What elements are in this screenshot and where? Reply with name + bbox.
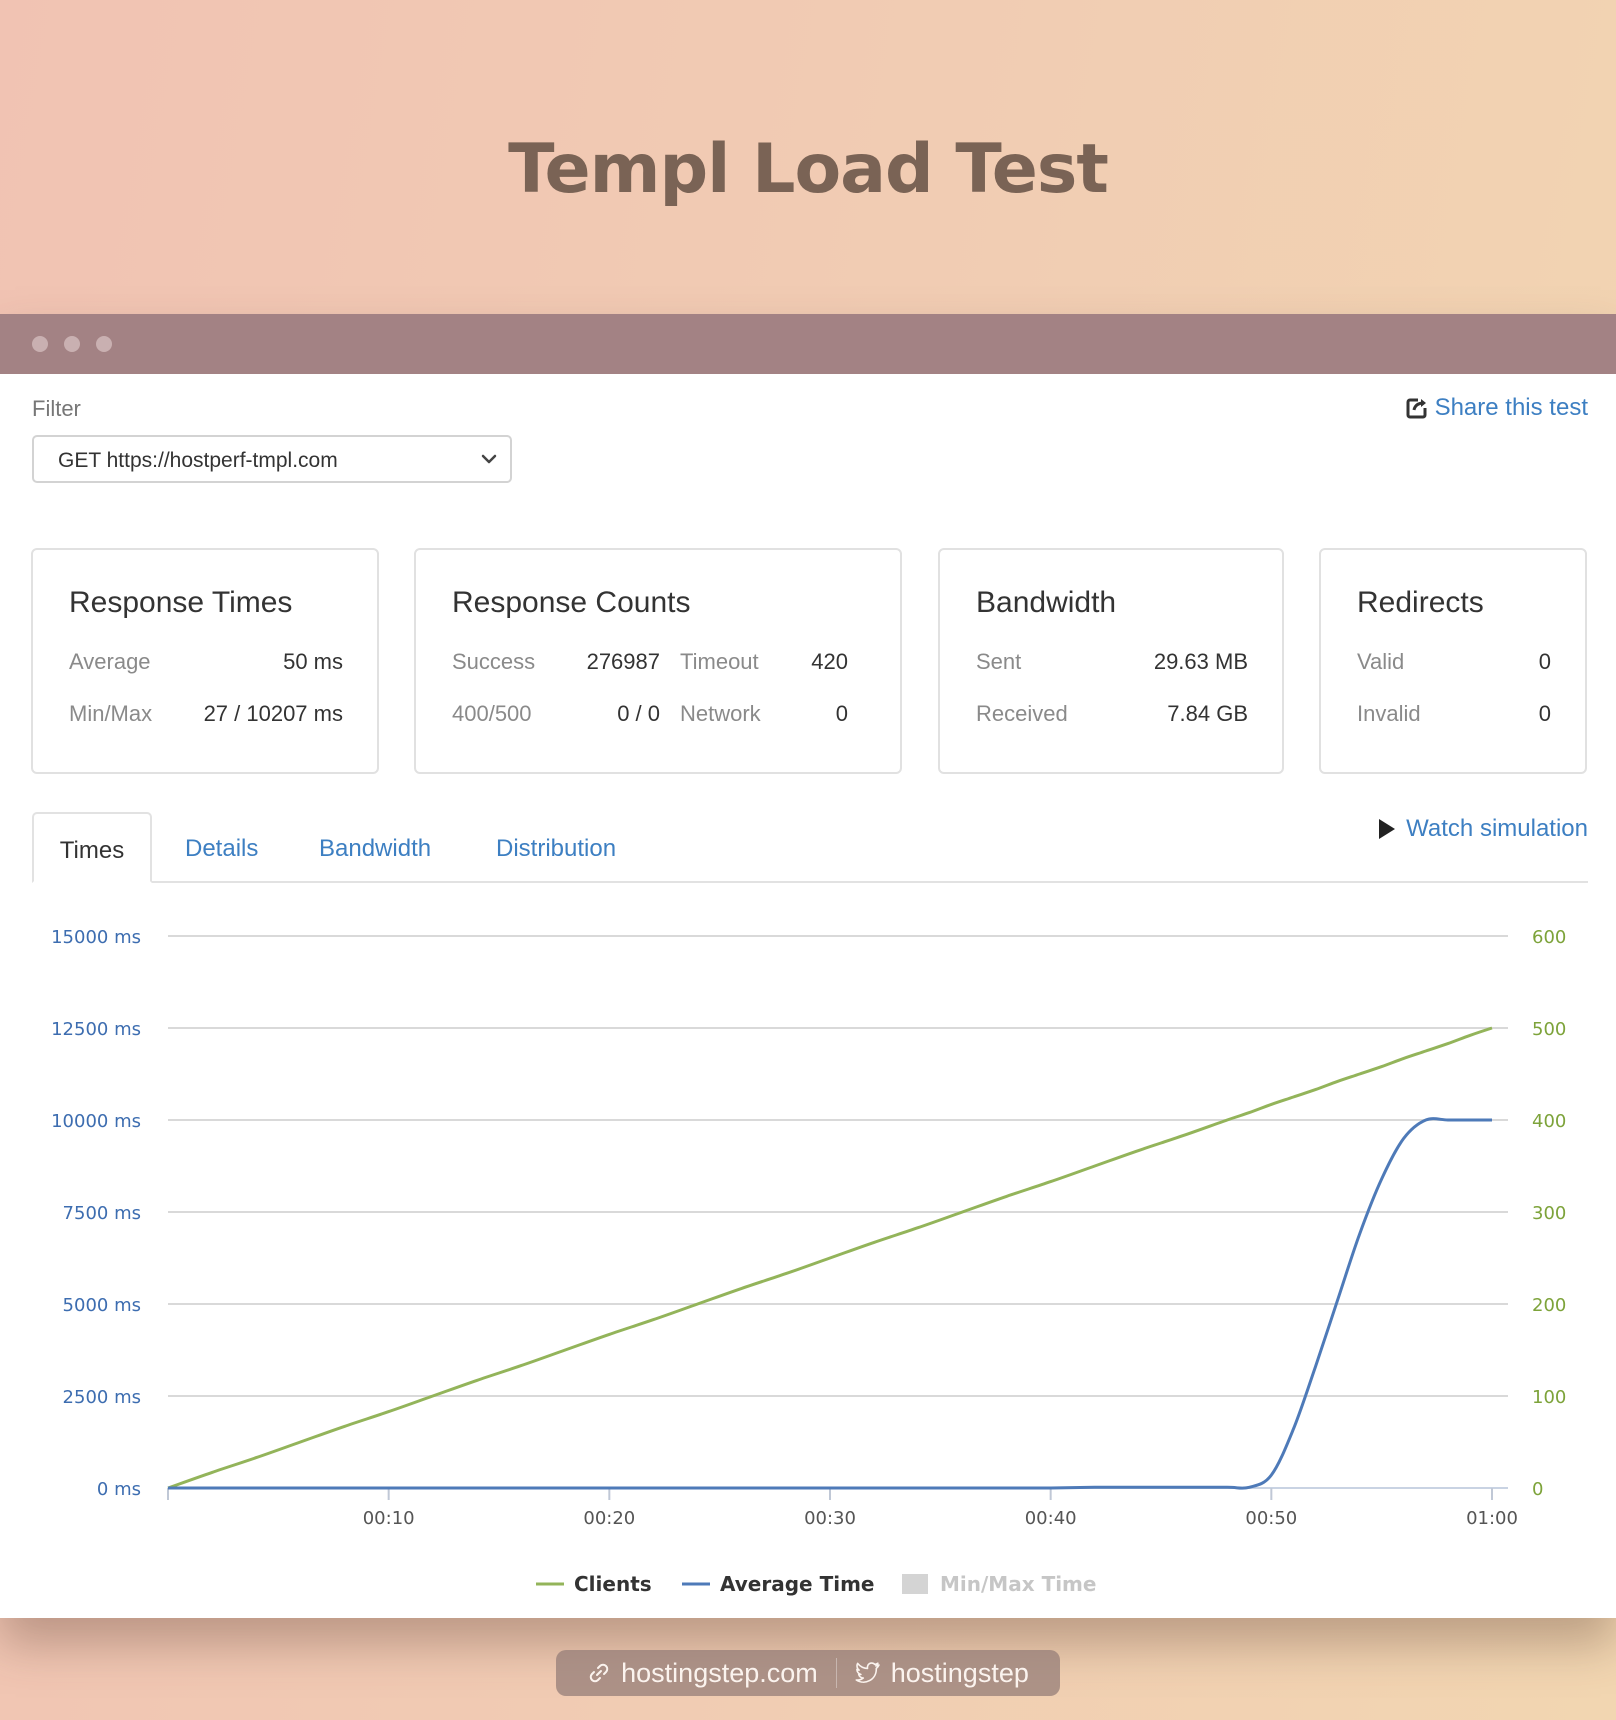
x-axis-tick-label: 01:00: [1466, 1508, 1518, 1529]
right-axis-tick-label: 400: [1532, 1111, 1566, 1132]
website-text: hostingstep.com: [621, 1657, 818, 1688]
legend-item-min-max-time[interactable]: Min/Max Time: [940, 1572, 1096, 1596]
left-axis-tick-label: 2500 ms: [63, 1387, 141, 1408]
chart-series: [167, 1026, 1493, 1490]
browser-window: Filter GET https://hostperf-tmpl.com Sha…: [0, 314, 1616, 1618]
right-axis-tick-label: 500: [1532, 1019, 1566, 1040]
left-axis-tick-label: 12500 ms: [51, 1019, 141, 1040]
twitter-credit[interactable]: hostingstep: [837, 1658, 1047, 1689]
left-axis-tick-label: 15000 ms: [51, 927, 141, 948]
left-axis-tick-label: 5000 ms: [63, 1295, 141, 1316]
x-axis-tick-label: 00:20: [583, 1508, 635, 1529]
left-axis-labels: 0 ms 2500 ms 5000 ms 7500 ms 10000 ms 12500 m…: [51, 927, 141, 1500]
twitter-text: hostingstep: [890, 1657, 1029, 1688]
link-icon: [589, 1663, 609, 1683]
twitter-bird-icon: [855, 1662, 880, 1683]
website-credit[interactable]: hostingstep.com: [569, 1658, 836, 1689]
legend-item-clients[interactable]: Clients: [574, 1572, 652, 1596]
right-axis-tick-label: 300: [1532, 1203, 1566, 1224]
left-axis-tick-label: 10000 ms: [51, 1111, 141, 1132]
legend-item-average-time[interactable]: Average Time: [720, 1572, 874, 1596]
times-chart: 0 ms 2500 ms 5000 ms 7500 ms 10000 ms 12500 m…: [51, 927, 1566, 1596]
left-axis-tick-label: 7500 ms: [63, 1203, 141, 1224]
right-axis-tick-label: 0: [1532, 1479, 1543, 1500]
x-axis-tick-label: 00:30: [804, 1508, 856, 1529]
right-axis-tick-label: 100: [1532, 1387, 1566, 1408]
series-line-clients: [167, 1026, 1493, 1490]
x-axis-ticks: 00:10 00:20 00:30 00:40 00:50 01:00: [167, 1488, 1518, 1529]
left-axis-tick-label: 0 ms: [97, 1479, 141, 1500]
x-axis-tick-label: 00:10: [363, 1508, 415, 1529]
right-axis-tick-label: 200: [1532, 1295, 1566, 1316]
page-title: Templ Load Test: [508, 130, 1109, 209]
chart-legend[interactable]: Clients Average Time Min/Max Time: [536, 1572, 1096, 1596]
chart-gridlines: [168, 935, 1508, 1489]
legend-swatch-min-max-time: [902, 1574, 928, 1594]
right-axis-labels: 0 100 200 300 400 500 600: [1532, 927, 1566, 1500]
footer-credits: hostingstep.com hostingstep: [556, 1650, 1060, 1696]
right-axis-tick-label: 600: [1532, 927, 1566, 948]
x-axis-tick-label: 00:40: [1025, 1508, 1077, 1529]
x-axis-tick-label: 00:50: [1245, 1508, 1297, 1529]
